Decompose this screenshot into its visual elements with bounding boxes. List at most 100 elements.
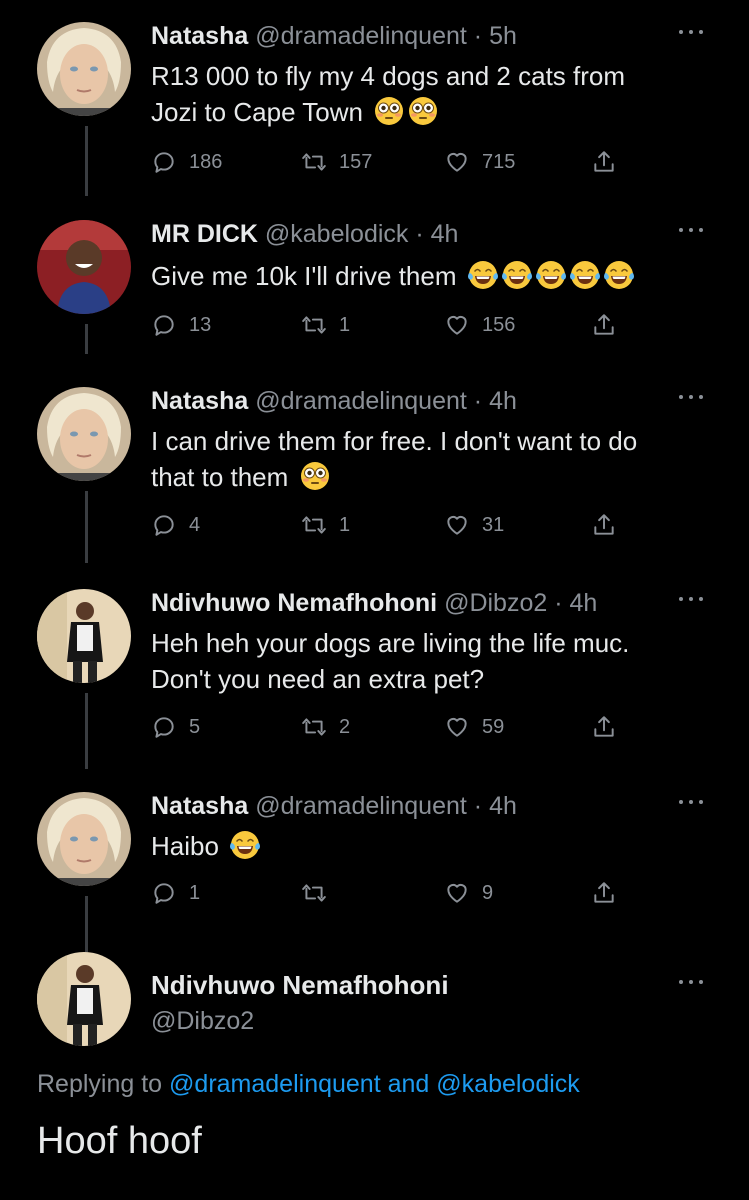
separator-dot: · xyxy=(415,220,424,248)
user-handle[interactable]: @Dibzo2 xyxy=(151,1007,254,1036)
separator-dot: · xyxy=(473,22,483,50)
separator-dot: · xyxy=(473,792,483,820)
reply-icon xyxy=(151,312,177,338)
tweet-text-line: that to them xyxy=(151,462,289,492)
share-button[interactable] xyxy=(591,147,629,177)
reply-count: 13 xyxy=(189,313,212,336)
tweet-header: Natasha @dramadelinquent · 5h xyxy=(151,20,517,52)
reply-count: 4 xyxy=(189,513,201,536)
share-button[interactable] xyxy=(591,712,629,742)
tweet-text: R13 000 to fly my 4 dogs and 2 cats from… xyxy=(151,58,711,130)
tweet-text-line: Jozi to Cape Town xyxy=(151,97,363,127)
timestamp[interactable]: 4h xyxy=(489,387,517,415)
user-handle[interactable]: @dramadelinquent xyxy=(255,387,467,415)
tweet-header: Natasha @dramadelinquent · 4h xyxy=(151,790,517,822)
like-count: 9 xyxy=(482,881,494,904)
share-button[interactable] xyxy=(591,878,629,908)
more-icon[interactable] xyxy=(679,796,709,808)
timestamp[interactable]: 4h xyxy=(489,792,517,820)
reply-icon xyxy=(151,512,177,538)
reply-button[interactable]: 1 xyxy=(151,878,200,908)
tweet-header: Ndivhuwo Nemafhohoni @Dibzo2 · 4h xyxy=(151,587,597,619)
share-icon xyxy=(591,880,617,906)
display-name[interactable]: Ndivhuwo Nemafhohoni xyxy=(151,970,449,1001)
more-icon[interactable] xyxy=(679,391,709,403)
timestamp[interactable]: 4h xyxy=(431,220,459,248)
share-icon xyxy=(591,149,617,175)
timestamp[interactable]: 5h xyxy=(489,22,517,50)
share-button[interactable] xyxy=(591,310,629,340)
reply-button[interactable]: 5 xyxy=(151,712,200,742)
more-icon[interactable] xyxy=(679,224,709,236)
tweet-text: I can drive them for free. I don't want … xyxy=(151,423,711,495)
user-handle[interactable]: @dramadelinquent xyxy=(255,22,467,50)
retweet-button[interactable] xyxy=(301,878,339,908)
like-button[interactable]: 715 xyxy=(444,147,515,177)
tweet-text: Give me 10k I'll drive them xyxy=(151,258,711,294)
user-handle[interactable]: @dramadelinquent xyxy=(255,792,467,820)
retweet-icon xyxy=(301,512,327,538)
thread-line xyxy=(85,491,88,563)
like-button[interactable]: 59 xyxy=(444,712,504,742)
like-button[interactable]: 9 xyxy=(444,878,493,908)
heart-icon xyxy=(444,714,470,740)
more-icon[interactable] xyxy=(679,976,709,988)
display-name[interactable]: Natasha xyxy=(151,792,248,820)
heart-icon xyxy=(444,149,470,175)
more-icon[interactable] xyxy=(679,593,709,605)
reply-button[interactable]: 4 xyxy=(151,510,200,540)
retweet-button[interactable]: 1 xyxy=(301,510,350,540)
flushed-face-icon xyxy=(374,96,404,126)
avatar[interactable] xyxy=(37,952,131,1046)
tweet-text: Heh heh your dogs are living the life mu… xyxy=(151,625,711,697)
avatar[interactable] xyxy=(37,387,131,481)
share-icon xyxy=(591,512,617,538)
avatar[interactable] xyxy=(37,589,131,683)
retweet-icon xyxy=(301,714,327,740)
display-name[interactable]: MR DICK xyxy=(151,220,258,248)
tweet-text-line-2: Jozi to Cape Town xyxy=(151,94,711,130)
tweet-header: Natasha @dramadelinquent · 4h xyxy=(151,385,517,417)
thread-line xyxy=(85,693,88,769)
user-handle[interactable]: @kabelodick xyxy=(265,220,409,248)
retweet-button[interactable]: 1 xyxy=(301,310,350,340)
timestamp[interactable]: 4h xyxy=(570,589,598,617)
tweet-text-line-1: Haibo xyxy=(151,828,711,864)
heart-icon xyxy=(444,512,470,538)
tweet-text-line: Haibo xyxy=(151,831,219,861)
retweet-count: 1 xyxy=(339,313,351,336)
more-icon[interactable] xyxy=(679,26,709,38)
mention-link[interactable]: @kabelodick xyxy=(436,1070,580,1098)
retweet-button[interactable]: 2 xyxy=(301,712,350,742)
retweet-icon xyxy=(301,312,327,338)
reply-icon xyxy=(151,714,177,740)
display-name[interactable]: Natasha xyxy=(151,387,248,415)
like-button[interactable]: 31 xyxy=(444,510,504,540)
avatar[interactable] xyxy=(37,22,131,116)
thread-line xyxy=(85,324,88,354)
tears-of-joy-icon xyxy=(570,260,600,290)
like-count: 59 xyxy=(482,715,505,738)
share-icon xyxy=(591,714,617,740)
separator-dot: · xyxy=(473,387,483,415)
retweet-count: 157 xyxy=(339,150,373,173)
like-button[interactable]: 156 xyxy=(444,310,515,340)
separator-dot: · xyxy=(554,589,563,617)
retweet-count: 2 xyxy=(339,715,351,738)
reply-button[interactable]: 13 xyxy=(151,310,211,340)
user-handle[interactable]: @Dibzo2 xyxy=(444,589,547,617)
avatar[interactable] xyxy=(37,220,131,314)
display-name[interactable]: Ndivhuwo Nemafhohoni xyxy=(151,589,437,617)
tears-of-joy-icon xyxy=(536,260,566,290)
avatar[interactable] xyxy=(37,792,131,886)
mention-link[interactable]: @dramadelinquent xyxy=(169,1070,381,1098)
retweet-button[interactable]: 157 xyxy=(301,147,372,177)
reply-button[interactable]: 186 xyxy=(151,147,222,177)
tweet-actions: 186 157 715 xyxy=(151,147,621,177)
tweet-actions: 5 2 59 xyxy=(151,712,621,742)
share-button[interactable] xyxy=(591,510,629,540)
mention-and[interactable]: and xyxy=(388,1070,430,1098)
tweet-actions: 1 9 xyxy=(151,878,621,908)
tears-of-joy-icon xyxy=(502,260,532,290)
display-name[interactable]: Natasha xyxy=(151,22,248,50)
